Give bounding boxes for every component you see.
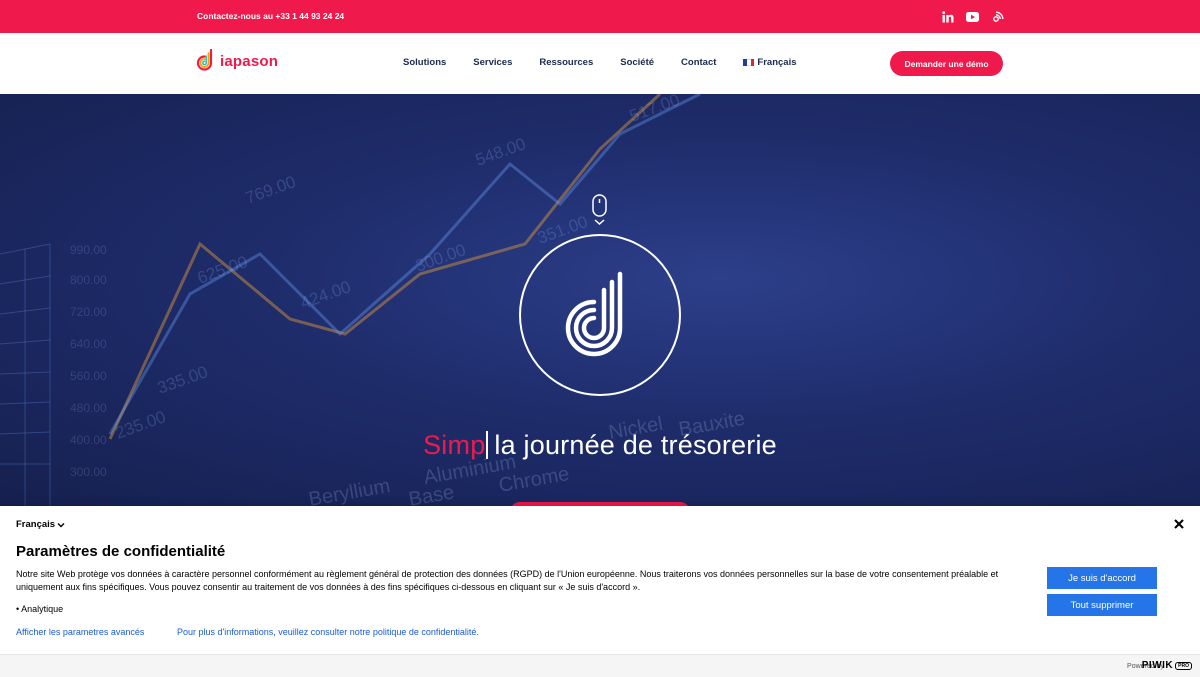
hero-bg-number: 769.00	[243, 172, 298, 208]
french-flag-icon	[743, 59, 755, 66]
typing-caret	[486, 431, 489, 459]
consent-description: Notre site Web protège vos données à car…	[16, 569, 999, 592]
hero-bg-number: 517.00	[627, 94, 682, 126]
contact-phone-text: Contactez-nous au +33 1 44 93 24 24	[197, 11, 345, 21]
hero-bg-number: 424.00	[298, 277, 353, 313]
diapason-d-icon	[565, 271, 623, 357]
privacy-policy-link[interactable]: Pour plus d'informations, veuillez consu…	[177, 627, 479, 637]
linkedin-icon[interactable]	[941, 10, 954, 23]
hero-title-rest: la journée de trésorerie	[494, 430, 777, 460]
demo-request-button[interactable]: Demander une démo	[890, 51, 1003, 76]
youtube-icon[interactable]	[966, 10, 979, 23]
consent-title: Paramètres de confidentialité	[16, 543, 226, 560]
podcast-icon[interactable]	[991, 10, 1004, 23]
nav-menu: Solutions Services Ressources Société Co…	[403, 57, 824, 68]
hero-bg-number: 990.00	[70, 243, 107, 257]
hero-section: 517.00 548.00 769.00 625.00 424.00 300.0…	[0, 94, 1200, 506]
advanced-settings-link[interactable]: Afficher les parametres avancés	[16, 627, 144, 637]
nav-item-societe[interactable]: Société	[620, 57, 654, 68]
nav-item-ressources[interactable]: Ressources	[539, 57, 593, 68]
diapason-logo-icon	[196, 48, 213, 71]
chevron-down-icon	[57, 522, 65, 527]
consent-language-label: Français	[16, 519, 56, 530]
delete-all-button[interactable]: Tout supprimer	[1047, 594, 1157, 616]
hero-bg-number: 800.00	[70, 273, 107, 287]
privacy-consent-banner: Français Paramètres de confidentialité N…	[0, 506, 1200, 677]
hero-bg-number: 300.00	[413, 240, 468, 276]
piwik-word: PIWIK	[1141, 660, 1174, 671]
hero-bg-number: 300.00	[70, 465, 107, 479]
hero-bg-number: 625.00	[195, 252, 250, 288]
logo-text: iapason	[220, 52, 279, 70]
hero-bg-number: 640.00	[70, 337, 107, 351]
diapason-emblem	[519, 234, 681, 396]
hero-bg-number: 335.00	[155, 362, 210, 398]
hero-bg-number: 720.00	[70, 305, 107, 319]
hero-bg-word: Beryllium	[307, 475, 392, 506]
nav-item-solutions[interactable]: Solutions	[403, 57, 446, 68]
hero-title-accent: Simp	[423, 430, 486, 460]
social-links	[941, 10, 1004, 23]
top-bar: Contactez-nous au +33 1 44 93 24 24	[0, 0, 1200, 33]
consent-category-analytics: • Analytique	[16, 604, 64, 614]
nav-item-services[interactable]: Services	[473, 57, 512, 68]
hero-title: Simp la journée de trésorerie	[0, 430, 1200, 461]
diapason-logo[interactable]: iapason	[196, 48, 278, 74]
mouse-scroll-icon	[592, 194, 607, 226]
nav-item-contact[interactable]: Contact	[681, 57, 716, 68]
consent-language-select[interactable]: Français	[16, 519, 65, 530]
agree-button[interactable]: Je suis d'accord	[1047, 567, 1157, 589]
close-icon[interactable]	[1172, 517, 1186, 531]
powered-by-bar: Powered by PIWIK PRO	[0, 654, 1200, 677]
hero-bg-number: 560.00	[70, 369, 107, 383]
hero-bg-word: Base	[407, 481, 456, 506]
hero-bg-number: 480.00	[70, 401, 107, 415]
piwik-pro-logo[interactable]: PIWIK PRO	[1142, 660, 1192, 671]
language-label: Français	[757, 57, 797, 68]
language-switcher[interactable]: Français	[743, 57, 797, 68]
hero-bg-number: 548.00	[473, 134, 528, 170]
main-nav: iapason Solutions Services Ressources So…	[0, 33, 1200, 94]
piwik-pro-badge: PRO	[1175, 661, 1192, 670]
